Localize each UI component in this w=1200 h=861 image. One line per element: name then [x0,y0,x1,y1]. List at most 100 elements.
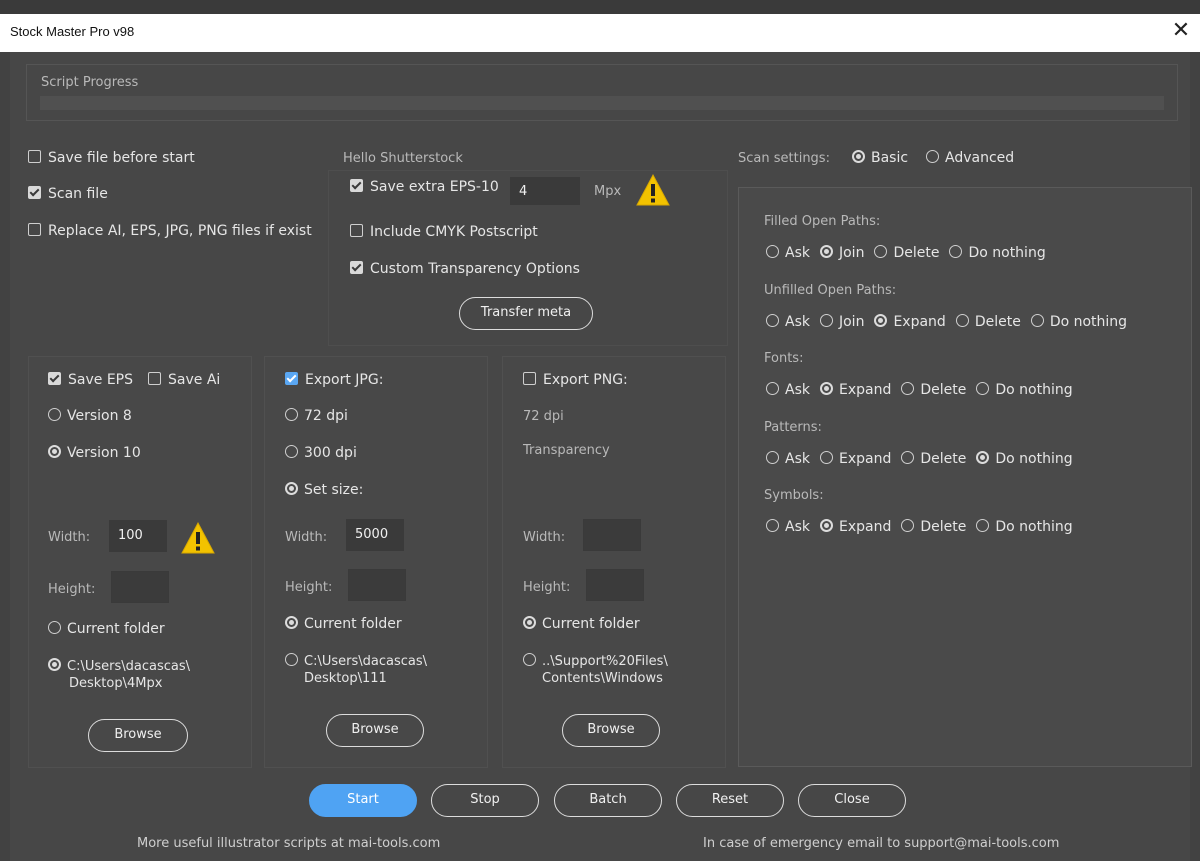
fonts-option-expand[interactable]: Expand [819,382,891,398]
footer-left-text: More useful illustrator scripts at mai-t… [137,836,441,851]
symbols-option-ask[interactable]: Ask [766,519,810,535]
png-current-folder-radio[interactable]: Current folder [523,616,640,632]
patterns-title: Patterns: [764,420,822,435]
version-8-radio[interactable]: Version 8 [48,408,132,424]
png-height-input[interactable] [586,569,644,601]
filled-open-paths-row: Ask Join Delete Do nothing [766,245,1056,261]
scan-options-panel [738,187,1192,767]
unfilled-open-paths-title: Unfilled Open Paths: [764,283,897,298]
radio-dot [48,445,61,458]
stop-button[interactable]: Stop [431,784,539,817]
export-png-checkbox[interactable]: Export PNG: [523,372,628,388]
version-10-radio[interactable]: Version 10 [48,445,141,461]
filled-open-paths-option-ask[interactable]: Ask [766,245,810,261]
unfilled-open-paths-option-expand[interactable]: Expand [874,314,946,330]
reset-button[interactable]: Reset [676,784,784,817]
radio-dot [955,314,969,327]
radio-dot [852,150,865,163]
scan-settings-label: Scan settings: [738,151,830,166]
eps-current-folder-radio[interactable]: Current folder [48,621,165,637]
png-width-label: Width: [523,530,566,545]
png-browse-button[interactable]: Browse [562,714,660,747]
script-progress-panel [26,64,1178,121]
close-button[interactable]: Close [798,784,906,817]
radio-dot [523,616,536,629]
fonts-row: Ask Expand Delete Do nothing [766,382,1083,398]
jpg-72dpi-radio[interactable]: 72 dpi [285,408,348,424]
fonts-option-delete[interactable]: Delete [901,382,966,398]
checkbox-box [28,186,41,199]
jpg-browse-button[interactable]: Browse [326,714,424,747]
batch-button[interactable]: Batch [554,784,662,817]
radio-dot [819,451,833,464]
jpg-300dpi-radio[interactable]: 300 dpi [285,445,357,461]
fonts-option-ask[interactable]: Ask [766,382,810,398]
checkbox-box [48,372,61,385]
warning-icon [636,173,670,206]
radio-dot [976,451,990,464]
checkbox-box [28,150,41,163]
patterns-option-expand[interactable]: Expand [819,451,891,467]
checkbox-box [285,372,298,385]
symbols-title: Symbols: [764,488,824,503]
replace-files-checkbox[interactable]: Replace AI, EPS, JPG, PNG files if exist [28,223,312,239]
save-ai-checkbox[interactable]: Save Ai [148,372,220,388]
unfilled-open-paths-option-ask[interactable]: Ask [766,314,810,330]
jpg-height-input[interactable] [348,569,406,601]
radio-dot [819,382,833,395]
radio-dot [285,616,298,629]
include-cmyk-checkbox[interactable]: Include CMYK Postscript [350,224,538,240]
filled-open-paths-option-join[interactable]: Join [819,245,864,261]
filled-open-paths-title: Filled Open Paths: [764,214,881,229]
radio-dot [766,519,779,532]
png-custom-folder-radio[interactable]: ..\Support%20Files\ Contents\Windows [523,653,668,687]
radio-dot [901,382,915,395]
jpg-height-label: Height: [285,580,333,595]
checkbox-box [350,261,363,274]
scan-file-checkbox[interactable]: Scan file [28,186,108,202]
save-eps-checkbox[interactable]: Save EPS [48,372,133,388]
patterns-option-ask[interactable]: Ask [766,451,810,467]
radio-dot [285,653,298,666]
mpx-unit: Mpx [594,184,622,199]
radio-dot [976,382,990,395]
fonts-title: Fonts: [764,351,804,366]
patterns-option-delete[interactable]: Delete [901,451,966,467]
unfilled-open-paths-option-do-nothing[interactable]: Do nothing [1030,314,1127,330]
radio-dot [874,245,888,258]
png-height-label: Height: [523,580,571,595]
patterns-option-do-nothing[interactable]: Do nothing [976,451,1073,467]
eps-height-input[interactable] [111,571,169,603]
radio-dot [874,314,888,327]
eps-width-input[interactable]: 100 [109,520,167,552]
radio-dot [926,150,939,163]
unfilled-open-paths-option-join[interactable]: Join [819,314,864,330]
radio-dot [48,621,61,634]
start-button[interactable]: Start [309,784,417,817]
eps-custom-folder-radio[interactable]: C:\Users\dacascas\ Desktop\4Mpx [48,658,190,692]
export-jpg-checkbox[interactable]: Export JPG: [285,372,383,388]
scan-advanced-radio[interactable]: Advanced [926,150,1014,166]
scan-basic-radio[interactable]: Basic [852,150,908,166]
jpg-set-size-radio[interactable]: Set size: [285,482,363,498]
symbols-option-delete[interactable]: Delete [901,519,966,535]
save-extra-eps-checkbox[interactable]: Save extra EPS-10 [350,179,499,195]
jpg-custom-folder-radio[interactable]: C:\Users\dacascas\ Desktop\111 [285,653,427,687]
jpg-current-folder-radio[interactable]: Current folder [285,616,402,632]
symbols-option-do-nothing[interactable]: Do nothing [976,519,1073,535]
unfilled-open-paths-option-delete[interactable]: Delete [955,314,1021,330]
fonts-option-do-nothing[interactable]: Do nothing [976,382,1073,398]
checkbox-box [28,223,41,236]
png-width-input[interactable] [583,519,641,551]
close-icon[interactable]: ✕ [1168,18,1194,44]
custom-transparency-checkbox[interactable]: Custom Transparency Options [350,261,580,277]
mpx-input[interactable]: 4 [510,177,580,205]
jpg-width-input[interactable]: 5000 [346,519,404,551]
save-before-start-checkbox[interactable]: Save file before start [28,150,195,166]
eps-browse-button[interactable]: Browse [88,719,188,752]
transfer-meta-button[interactable]: Transfer meta [459,297,593,330]
radio-dot [976,519,990,532]
filled-open-paths-option-do-nothing[interactable]: Do nothing [949,245,1046,261]
filled-open-paths-option-delete[interactable]: Delete [874,245,939,261]
symbols-option-expand[interactable]: Expand [819,519,891,535]
